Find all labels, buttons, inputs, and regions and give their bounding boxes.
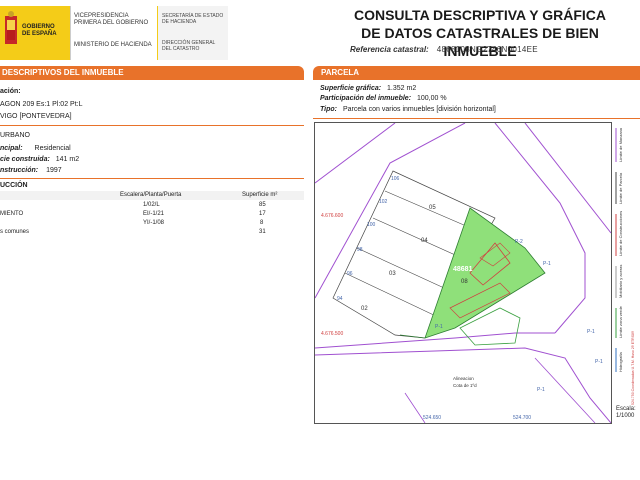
legend-item: Límite de Parcela <box>618 172 623 204</box>
edge-label: P-1 <box>595 359 603 365</box>
ownership-share-value: 100,00 % <box>416 95 447 102</box>
edge-label: P-2 <box>515 239 523 245</box>
vicepresidency-title: VICEPRESIDENCIA PRIMERA DEL GOBIERNO <box>74 13 149 26</box>
built-area-label: cie construida: <box>0 156 50 163</box>
main-use-value: Residencial <box>34 145 71 152</box>
utm-y-coordinate: 4.676.500 <box>321 331 343 337</box>
parcel-id-label: 48681 <box>453 266 473 273</box>
main-use-label: ncipal: <box>0 145 23 152</box>
street-number: 98 <box>357 247 363 253</box>
cadastral-reference-label: Referencia catastral: <box>350 45 429 54</box>
divider <box>0 125 304 126</box>
legend-item: Límite zona verde <box>618 305 623 338</box>
edge-label: P-1 <box>587 329 595 335</box>
street-number: 102 <box>379 199 388 205</box>
map-legend: Límite de Manzana Límite de Parcela Lími… <box>612 122 640 407</box>
map-scale: Escala: 1/1000 <box>616 406 636 420</box>
address-line-2: VIGO [PONTEVEDRA] <box>0 113 72 120</box>
document-title-line-1: CONSULTA DESCRIPTIVA Y GRÁFICA <box>353 7 606 23</box>
table-row-3-location: YI/-1/08 <box>143 220 165 226</box>
table-row-4-type: s comunes <box>0 229 30 235</box>
property-data-section-header: DESCRIPTIVOS DEL INMUEBLE <box>0 66 304 80</box>
built-area-value: 141 m2 <box>55 156 80 163</box>
parcel-section-title: PARCELA <box>321 68 360 77</box>
lot-label: 08 <box>461 279 468 285</box>
scale-value: 1/1000 <box>616 413 635 419</box>
government-name: GOBIERNO DE ESPAÑA <box>22 24 57 37</box>
construction-heading: UCCIÓN <box>0 182 28 189</box>
street-number: 94 <box>337 296 343 302</box>
block-boundary-line <box>315 332 555 349</box>
property-data-section-title: DESCRIPTIVOS DEL INMUEBLE <box>2 68 124 77</box>
block-boundary-line <box>494 123 586 334</box>
table-header-stair-floor-door: Escalera/Planta/Puerta <box>120 192 182 198</box>
edge-label: P-1 <box>435 324 443 330</box>
table-header-surface: Superficie m² <box>242 192 278 198</box>
divider <box>313 118 640 119</box>
cadastral-reference-value: 4868108NG2746N0014EE <box>436 45 538 54</box>
street-number: 106 <box>391 176 400 182</box>
cadastral-map[interactable]: 05 04 03 02 08 48681 106 102 100 98 96 9… <box>314 122 612 424</box>
map-note: Alineacion <box>453 376 474 381</box>
address-line-1: AGON 209 Es:1 Pl:02 Pt:L <box>0 101 83 108</box>
table-row-4-surface: 31 <box>259 229 266 235</box>
legend-item: Límite de Manzana <box>618 127 623 162</box>
property-class-value: URBANO <box>0 132 30 139</box>
lot-label: 03 <box>389 271 396 277</box>
legend-item: Mobiliario y aceras <box>618 265 623 298</box>
cadastral-reference: Referencia catastral: 4868108NG2746N0014E… <box>350 45 538 54</box>
construction-year-label: nstrucción: <box>0 167 39 174</box>
utm-x-coordinate: 524.700 <box>513 415 531 421</box>
utm-x-coordinate: 524.650 <box>423 415 441 421</box>
table-row-3-surface: 8 <box>260 220 264 226</box>
street-number: 96 <box>347 271 353 277</box>
document-title-line-2: DE DATOS CATASTRALES DE BIEN INMUEBLE <box>361 25 599 59</box>
location-label: ación: <box>0 88 21 95</box>
ownership-share-label: Participación del inmueble: <box>320 95 412 102</box>
legend-item: Límite de Construcciones <box>618 211 623 256</box>
utm-footer-note: 524.750 Coordenadas U.T.M. Huso 29 ETRS8… <box>631 331 635 405</box>
ministry-name: MINISTERIO DE HACIENDA <box>74 42 152 48</box>
table-row-2-location: EI/-1/21 <box>143 211 165 217</box>
legend-item: Hidrografía <box>618 351 623 372</box>
block-boundary-line <box>524 123 611 234</box>
street-number: 100 <box>367 222 376 228</box>
map-note: Cota de 1ºd <box>453 383 477 388</box>
divider <box>0 178 304 179</box>
lot-label: 02 <box>361 306 368 312</box>
secretariat-name: SECRETARÍA DE ESTADO DE HACIENDA <box>162 13 224 25</box>
directorate-name: DIRECCIÓN GENERAL DEL CATASTRO <box>162 40 216 52</box>
coat-of-arms-icon <box>5 11 17 44</box>
cadastral-map-drawing: 05 04 03 02 08 48681 106 102 100 98 96 9… <box>315 123 611 423</box>
edge-label: P-1 <box>537 387 545 393</box>
parcel-section-header: PARCELA <box>313 66 640 80</box>
edge-label: P-1 <box>543 261 551 267</box>
parcel-type-label: Tipo: <box>320 106 337 113</box>
table-row-1-location: 1/02/L <box>143 202 160 208</box>
graphic-surface-value: 1.352 m2 <box>387 85 417 92</box>
lot-label: 05 <box>429 205 436 211</box>
table-row-1-surface: 85 <box>259 202 266 208</box>
table-row-2-type: MIENTO <box>0 211 24 217</box>
utm-y-coordinate: 4.676.600 <box>321 213 343 219</box>
lot-label: 04 <box>421 238 428 244</box>
parcel-type-value: Parcela con varios inmuebles [división h… <box>342 106 496 113</box>
graphic-surface-label: Superficie gráfica: <box>320 85 382 92</box>
block-boundary-line <box>404 392 426 423</box>
scale-label: Escala: <box>616 406 636 412</box>
table-row-2-surface: 17 <box>259 211 266 217</box>
block-boundary-line <box>315 123 396 184</box>
map-legend-drawing: Límite de Manzana Límite de Parcela Lími… <box>615 127 635 405</box>
construction-year-value: 1997 <box>46 167 62 174</box>
